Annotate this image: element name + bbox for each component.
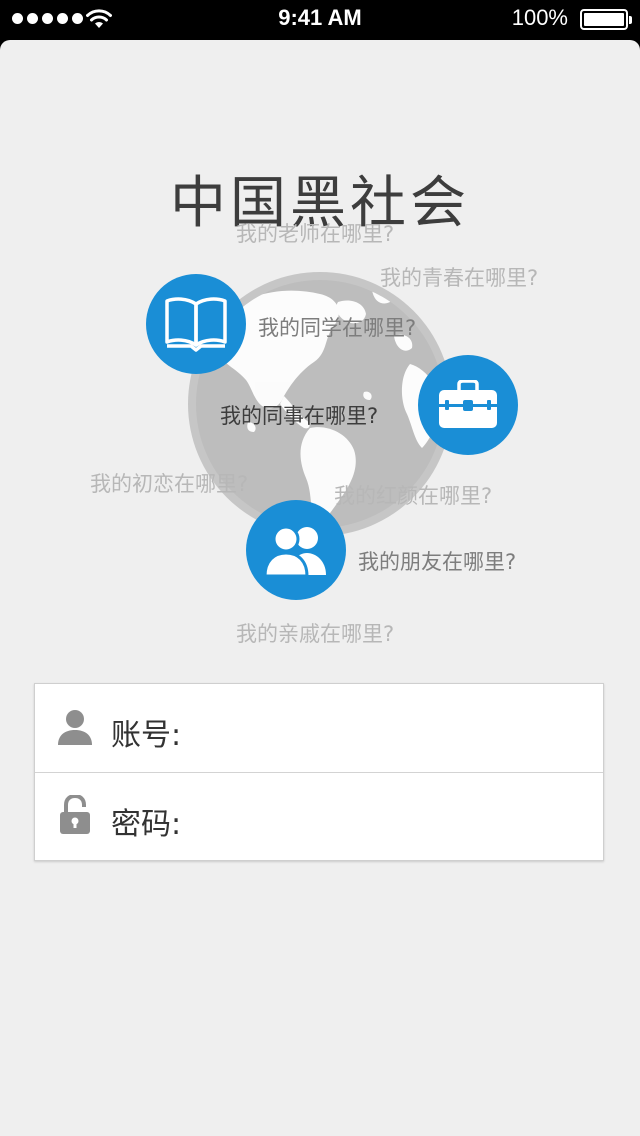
account-input[interactable] xyxy=(195,702,589,756)
login-form: 账号: 密码: xyxy=(34,683,604,861)
book-icon xyxy=(165,297,227,352)
classmate-bubble xyxy=(146,274,246,374)
account-label: 账号: xyxy=(111,718,182,753)
battery-fill xyxy=(584,13,624,26)
account-row[interactable]: 账号: xyxy=(35,684,603,772)
question-relatives: 我的亲戚在哪里? xyxy=(236,622,395,646)
status-bar: 9:41 AM 100% xyxy=(0,0,640,40)
question-youth: 我的青春在哪里? xyxy=(380,266,539,290)
briefcase-icon xyxy=(439,380,497,428)
unlock-icon xyxy=(60,795,90,834)
question-teacher: 我的老师在哪里? xyxy=(236,222,395,246)
password-row[interactable]: 密码: xyxy=(35,773,603,861)
user-icon xyxy=(58,710,92,745)
question-confidante: 我的红颜在哪里? xyxy=(334,484,493,508)
battery-icon xyxy=(580,9,632,30)
friend-bubble xyxy=(246,500,346,600)
password-label: 密码: xyxy=(111,807,182,842)
screen: 9:41 AM 100% 中国黑社会 我的老师在哪里? 我的青春在哪里? 我的同… xyxy=(0,0,640,1136)
question-friend: 我的朋友在哪里? xyxy=(358,550,517,574)
battery-percentage: 100% xyxy=(511,5,568,30)
colleague-bubble xyxy=(418,355,518,455)
password-input[interactable] xyxy=(195,791,589,845)
people-icon xyxy=(263,525,326,577)
question-colleague: 我的同事在哪里? xyxy=(220,404,379,428)
question-classmate: 我的同学在哪里? xyxy=(258,316,417,340)
app-content: 中国黑社会 我的老师在哪里? 我的青春在哪里? 我的同学在哪里? 我的同事在哪里… xyxy=(0,40,640,1136)
question-first-love: 我的初恋在哪里? xyxy=(90,472,249,496)
